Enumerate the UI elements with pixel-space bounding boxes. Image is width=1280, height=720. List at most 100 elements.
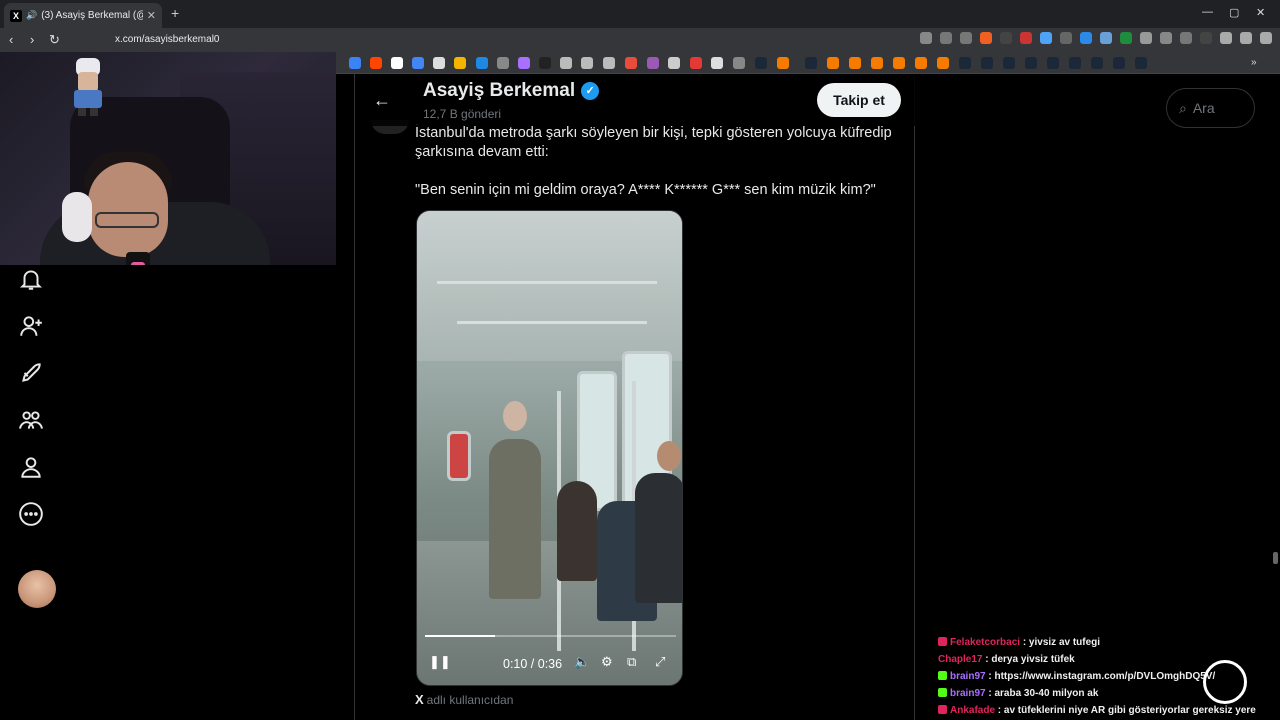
chat-username[interactable]: Felaketcorbaci (950, 637, 1020, 648)
steam-icon[interactable] (805, 57, 817, 69)
x-logo-icon: X (10, 9, 22, 22)
menu-icon[interactable] (1260, 32, 1272, 44)
bookmark-icon[interactable] (539, 57, 551, 69)
steam-icon[interactable] (1025, 57, 1037, 69)
close-tab-icon[interactable]: ✕ (147, 9, 156, 22)
tweet-video[interactable]: ❚❚ 0:10 / 0:36 🔈 ⚙ ⧉ ⤢ (416, 210, 683, 686)
bookmark-icon[interactable] (937, 57, 949, 69)
communities-icon[interactable] (18, 407, 44, 433)
fullscreen-icon[interactable]: ⤢ (655, 654, 665, 670)
video-progress-fill (425, 635, 496, 637)
new-tab-button[interactable]: + (171, 5, 179, 21)
steam-icon[interactable] (959, 57, 971, 69)
cast-icon[interactable] (920, 32, 932, 44)
steam-icon[interactable] (1069, 57, 1081, 69)
chat-username[interactable]: brain97 (950, 688, 986, 699)
bookmark-icon[interactable] (915, 57, 927, 69)
extension-icon[interactable] (1140, 32, 1152, 44)
account-avatar[interactable] (18, 570, 56, 608)
volume-icon[interactable]: 🔈 (574, 654, 590, 670)
bookmark-icon[interactable] (871, 57, 883, 69)
main-column: İstanbul'da metroda şarkı söyleyen bir k… (354, 74, 915, 720)
bookmark-icon[interactable] (370, 57, 382, 69)
chat-message-text: : https://www.instagram.com/p/DVLOmghDQ5… (985, 671, 1216, 682)
chat-message-text: : av tüfeklerini niye AR gibi gösteriyor… (995, 705, 1256, 716)
extension-icon[interactable] (1040, 32, 1052, 44)
puzzle-icon[interactable] (1160, 32, 1172, 44)
bookmark-icon[interactable] (454, 57, 466, 69)
back-arrow-icon[interactable]: ← (373, 90, 391, 111)
profile-icon[interactable] (18, 454, 44, 480)
bookmark-icon[interactable] (690, 57, 702, 69)
url-field[interactable]: x.com/asayisberkemal0 (115, 34, 219, 45)
bookmark-icon[interactable] (349, 57, 361, 69)
steam-icon[interactable] (1113, 57, 1125, 69)
bookmark-icon[interactable] (476, 57, 488, 69)
media-icon[interactable] (1220, 32, 1232, 44)
webcam-headset (62, 192, 92, 242)
more-options-icon[interactable] (18, 501, 44, 527)
bookmark-icon[interactable] (777, 57, 789, 69)
wallet-icon[interactable] (1240, 32, 1252, 44)
chat-username[interactable]: brain97 (950, 671, 986, 682)
extension-icon[interactable] (1100, 32, 1112, 44)
browser-tab[interactable]: X 🔊 (3) Asayiş Berkemal (@asayis ✕ (4, 3, 162, 28)
video-progress-bar[interactable] (425, 635, 676, 637)
folder-icon[interactable] (733, 57, 745, 69)
search-icon: ⌕ (1179, 99, 1187, 116)
extension-icon[interactable] (1080, 32, 1092, 44)
extension-icon[interactable] (1060, 32, 1072, 44)
brave-shield-icon[interactable] (980, 32, 992, 44)
speaker-icon[interactable]: 🔊 (26, 10, 37, 21)
rocket-icon[interactable] (18, 360, 44, 386)
bookmark-icon[interactable] (893, 57, 905, 69)
chat-username[interactable]: Chaple17 (938, 654, 982, 665)
video-frame-passenger (635, 473, 682, 603)
bookmark-icon[interactable] (497, 57, 509, 69)
search-box[interactable]: ⌕ Ara (1166, 88, 1255, 128)
steam-icon[interactable] (755, 57, 767, 69)
follow-button[interactable]: Takip et (817, 83, 901, 117)
settings-gear-icon[interactable]: ⚙ (601, 654, 613, 670)
page-scrollbar[interactable] (1270, 74, 1280, 720)
steam-icon[interactable] (1003, 57, 1015, 69)
bookmark-icon[interactable] (518, 57, 530, 69)
browser-titlebar: X 🔊 (3) Asayiş Berkemal (@asayis ✕ + — ▢… (0, 0, 1280, 28)
scrollbar-thumb[interactable] (1273, 552, 1278, 564)
picture-in-picture-icon[interactable]: ⧉ (627, 654, 636, 670)
zoom-icon[interactable] (940, 32, 952, 44)
chat-message: Felaketcorbaci : yivsiz av tufegi (938, 634, 1268, 651)
extension-icon[interactable] (1120, 32, 1132, 44)
sidebar-icon[interactable] (1180, 32, 1192, 44)
bookmark-icon[interactable] (560, 57, 572, 69)
close-window-button[interactable]: ✕ (1256, 6, 1265, 19)
bookmark-icon[interactable] (391, 57, 403, 69)
maximize-button[interactable]: ▢ (1229, 6, 1239, 19)
notifications-icon[interactable] (18, 266, 44, 292)
steam-icon[interactable] (1047, 57, 1059, 69)
pause-icon[interactable]: ❚❚ (429, 654, 451, 670)
bookmark-icon[interactable] (625, 57, 637, 69)
steam-icon[interactable] (1135, 57, 1147, 69)
bookmark-icon[interactable] (603, 57, 615, 69)
follow-user-icon[interactable] (18, 313, 44, 339)
extension-icon[interactable] (1020, 32, 1032, 44)
minimize-button[interactable]: — (1202, 6, 1213, 18)
back-nav-icon[interactable]: ‹ (9, 32, 13, 47)
bookmark-icon[interactable] (711, 57, 723, 69)
share-icon[interactable] (960, 32, 972, 44)
reload-icon[interactable]: ↻ (49, 32, 60, 48)
bookmark-icon[interactable] (433, 57, 445, 69)
chat-username[interactable]: Ankafade (950, 705, 995, 716)
more-bookmarks-icon[interactable]: » (1251, 57, 1263, 69)
bookmark-icon[interactable] (412, 57, 424, 69)
steam-icon[interactable] (1091, 57, 1103, 69)
bookmark-icon[interactable] (647, 57, 659, 69)
forward-nav-icon[interactable]: › (30, 32, 34, 47)
bookmark-icon[interactable] (849, 57, 861, 69)
bookmark-icon[interactable] (827, 57, 839, 69)
bookmark-icon[interactable] (668, 57, 680, 69)
steam-icon[interactable] (981, 57, 993, 69)
video-frame-singer-head (503, 401, 527, 431)
bookmark-icon[interactable] (581, 57, 593, 69)
